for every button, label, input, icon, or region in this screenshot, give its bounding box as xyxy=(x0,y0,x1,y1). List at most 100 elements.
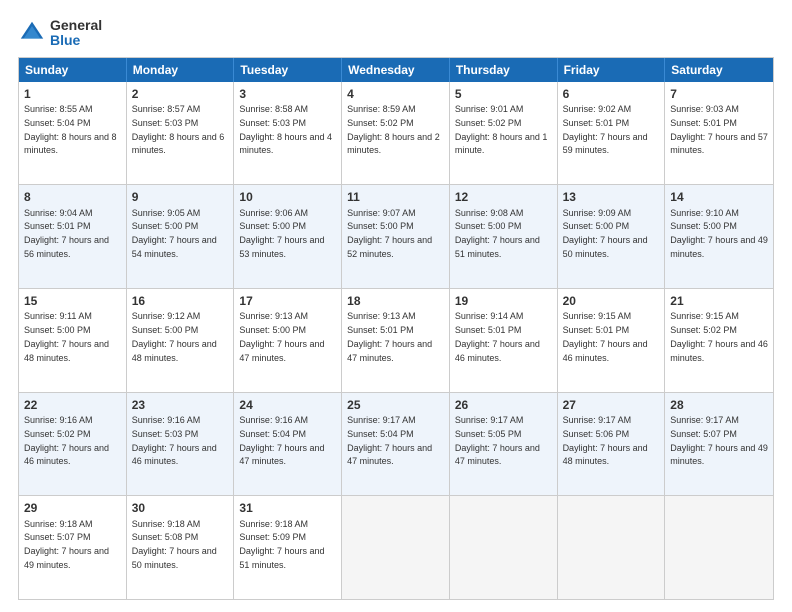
sunrise-info: Sunrise: 9:10 AMSunset: 5:00 PMDaylight:… xyxy=(670,208,768,259)
sunrise-info: Sunrise: 9:17 AMSunset: 5:06 PMDaylight:… xyxy=(563,415,648,466)
day-number: 1 xyxy=(24,86,121,102)
header-day-friday: Friday xyxy=(558,58,666,82)
page: General Blue SundayMondayTuesdayWednesda… xyxy=(0,0,792,612)
sunrise-info: Sunrise: 9:06 AMSunset: 5:00 PMDaylight:… xyxy=(239,208,324,259)
day-cell-21: 21Sunrise: 9:15 AMSunset: 5:02 PMDayligh… xyxy=(665,289,773,392)
calendar-header: SundayMondayTuesdayWednesdayThursdayFrid… xyxy=(19,58,773,82)
calendar-week-1: 1Sunrise: 8:55 AMSunset: 5:04 PMDaylight… xyxy=(19,82,773,185)
sunrise-info: Sunrise: 9:12 AMSunset: 5:00 PMDaylight:… xyxy=(132,311,217,362)
day-number: 22 xyxy=(24,397,121,413)
day-cell-8: 8 Sunrise: 9:04 AMSunset: 5:01 PMDaylight… xyxy=(19,185,127,288)
day-cell-4: 4 Sunrise: 8:59 AMSunset: 5:02 PMDaylight… xyxy=(342,82,450,185)
sunrise-info: Sunrise: 9:13 AMSunset: 5:00 PMDaylight:… xyxy=(239,311,324,362)
sunrise-info: Sunrise: 9:15 AMSunset: 5:02 PMDaylight:… xyxy=(670,311,768,362)
header-day-thursday: Thursday xyxy=(450,58,558,82)
day-number: 23 xyxy=(132,397,229,413)
day-number: 12 xyxy=(455,189,552,205)
day-number: 20 xyxy=(563,293,660,309)
logo-icon xyxy=(18,19,46,47)
day-number: 8 xyxy=(24,189,121,205)
sunrise-info: Sunrise: 8:57 AMSunset: 5:03 PMDaylight:… xyxy=(132,104,225,155)
empty-cell xyxy=(450,496,558,599)
day-cell-10: 10 Sunrise: 9:06 AMSunset: 5:00 PMDayligh… xyxy=(234,185,342,288)
day-number: 27 xyxy=(563,397,660,413)
empty-cell xyxy=(558,496,666,599)
sunrise-info: Sunrise: 9:02 AMSunset: 5:01 PMDaylight:… xyxy=(563,104,648,155)
sunrise-info: Sunrise: 9:18 AMSunset: 5:09 PMDaylight:… xyxy=(239,519,324,570)
sunrise-info: Sunrise: 9:18 AMSunset: 5:07 PMDaylight:… xyxy=(24,519,109,570)
day-cell-28: 28 Sunrise: 9:17 AMSunset: 5:07 PMDayligh… xyxy=(665,393,773,496)
day-number: 15 xyxy=(24,293,121,309)
day-number: 28 xyxy=(670,397,768,413)
day-cell-13: 13 Sunrise: 9:09 AMSunset: 5:00 PMDayligh… xyxy=(558,185,666,288)
sunrise-info: Sunrise: 9:18 AMSunset: 5:08 PMDaylight:… xyxy=(132,519,217,570)
day-cell-27: 27 Sunrise: 9:17 AMSunset: 5:06 PMDayligh… xyxy=(558,393,666,496)
sunrise-info: Sunrise: 9:15 AMSunset: 5:01 PMDaylight:… xyxy=(563,311,648,362)
day-number: 18 xyxy=(347,293,444,309)
day-number: 10 xyxy=(239,189,336,205)
sunrise-info: Sunrise: 9:17 AMSunset: 5:07 PMDaylight:… xyxy=(670,415,768,466)
day-cell-9: 9 Sunrise: 9:05 AMSunset: 5:00 PMDaylight… xyxy=(127,185,235,288)
header-day-monday: Monday xyxy=(127,58,235,82)
day-number: 29 xyxy=(24,500,121,516)
day-cell-19: 19 Sunrise: 9:14 AMSunset: 5:01 PMDayligh… xyxy=(450,289,558,392)
day-cell-30: 30Sunrise: 9:18 AMSunset: 5:08 PMDayligh… xyxy=(127,496,235,599)
day-cell-31: 31Sunrise: 9:18 AMSunset: 5:09 PMDayligh… xyxy=(234,496,342,599)
empty-cell xyxy=(342,496,450,599)
day-cell-7: 7Sunrise: 9:03 AMSunset: 5:01 PMDaylight… xyxy=(665,82,773,185)
sunrise-info: Sunrise: 9:16 AMSunset: 5:04 PMDaylight:… xyxy=(239,415,324,466)
calendar-body: 1Sunrise: 8:55 AMSunset: 5:04 PMDaylight… xyxy=(19,82,773,599)
sunrise-info: Sunrise: 8:58 AMSunset: 5:03 PMDaylight:… xyxy=(239,104,332,155)
day-cell-14: 14 Sunrise: 9:10 AMSunset: 5:00 PMDayligh… xyxy=(665,185,773,288)
day-cell-16: 16 Sunrise: 9:12 AMSunset: 5:00 PMDayligh… xyxy=(127,289,235,392)
sunrise-info: Sunrise: 8:59 AMSunset: 5:02 PMDaylight:… xyxy=(347,104,440,155)
day-number: 4 xyxy=(347,86,444,102)
day-number: 24 xyxy=(239,397,336,413)
day-cell-20: 20 Sunrise: 9:15 AMSunset: 5:01 PMDayligh… xyxy=(558,289,666,392)
day-cell-15: 15 Sunrise: 9:11 AMSunset: 5:00 PMDayligh… xyxy=(19,289,127,392)
sunrise-info: Sunrise: 9:09 AMSunset: 5:00 PMDaylight:… xyxy=(563,208,648,259)
day-number: 19 xyxy=(455,293,552,309)
sunrise-info: Sunrise: 9:07 AMSunset: 5:00 PMDaylight:… xyxy=(347,208,432,259)
day-number: 9 xyxy=(132,189,229,205)
day-cell-24: 24 Sunrise: 9:16 AMSunset: 5:04 PMDayligh… xyxy=(234,393,342,496)
day-cell-3: 3 Sunrise: 8:58 AMSunset: 5:03 PMDaylight… xyxy=(234,82,342,185)
day-cell-6: 6 Sunrise: 9:02 AMSunset: 5:01 PMDaylight… xyxy=(558,82,666,185)
day-cell-11: 11Sunrise: 9:07 AMSunset: 5:00 PMDayligh… xyxy=(342,185,450,288)
day-cell-23: 23 Sunrise: 9:16 AMSunset: 5:03 PMDayligh… xyxy=(127,393,235,496)
day-number: 3 xyxy=(239,86,336,102)
day-cell-5: 5Sunrise: 9:01 AMSunset: 5:02 PMDaylight… xyxy=(450,82,558,185)
sunrise-info: Sunrise: 9:04 AMSunset: 5:01 PMDaylight:… xyxy=(24,208,109,259)
calendar-week-2: 8 Sunrise: 9:04 AMSunset: 5:01 PMDaylight… xyxy=(19,184,773,288)
day-cell-29: 29 Sunrise: 9:18 AMSunset: 5:07 PMDayligh… xyxy=(19,496,127,599)
header-day-saturday: Saturday xyxy=(665,58,773,82)
sunrise-info: Sunrise: 9:17 AMSunset: 5:04 PMDaylight:… xyxy=(347,415,432,466)
header-day-sunday: Sunday xyxy=(19,58,127,82)
sunrise-info: Sunrise: 9:08 AMSunset: 5:00 PMDaylight:… xyxy=(455,208,540,259)
sunrise-info: Sunrise: 9:16 AMSunset: 5:03 PMDaylight:… xyxy=(132,415,217,466)
sunrise-info: Sunrise: 9:05 AMSunset: 5:00 PMDaylight:… xyxy=(132,208,217,259)
day-number: 16 xyxy=(132,293,229,309)
logo: General Blue xyxy=(18,18,102,49)
calendar-week-4: 22Sunrise: 9:16 AMSunset: 5:02 PMDayligh… xyxy=(19,392,773,496)
day-number: 14 xyxy=(670,189,768,205)
day-number: 6 xyxy=(563,86,660,102)
sunrise-info: Sunrise: 9:14 AMSunset: 5:01 PMDaylight:… xyxy=(455,311,540,362)
day-number: 17 xyxy=(239,293,336,309)
day-number: 13 xyxy=(563,189,660,205)
calendar: SundayMondayTuesdayWednesdayThursdayFrid… xyxy=(18,57,774,600)
calendar-week-5: 29 Sunrise: 9:18 AMSunset: 5:07 PMDayligh… xyxy=(19,495,773,599)
day-cell-12: 12 Sunrise: 9:08 AMSunset: 5:00 PMDayligh… xyxy=(450,185,558,288)
sunrise-info: Sunrise: 9:11 AMSunset: 5:00 PMDaylight:… xyxy=(24,311,109,362)
header-day-tuesday: Tuesday xyxy=(234,58,342,82)
logo-text: General Blue xyxy=(50,18,102,49)
day-cell-1: 1Sunrise: 8:55 AMSunset: 5:04 PMDaylight… xyxy=(19,82,127,185)
empty-cell xyxy=(665,496,773,599)
day-cell-2: 2Sunrise: 8:57 AMSunset: 5:03 PMDaylight… xyxy=(127,82,235,185)
header-day-wednesday: Wednesday xyxy=(342,58,450,82)
header: General Blue xyxy=(18,18,774,49)
sunrise-info: Sunrise: 9:01 AMSunset: 5:02 PMDaylight:… xyxy=(455,104,548,155)
day-cell-26: 26Sunrise: 9:17 AMSunset: 5:05 PMDayligh… xyxy=(450,393,558,496)
sunrise-info: Sunrise: 9:17 AMSunset: 5:05 PMDaylight:… xyxy=(455,415,540,466)
day-number: 7 xyxy=(670,86,768,102)
